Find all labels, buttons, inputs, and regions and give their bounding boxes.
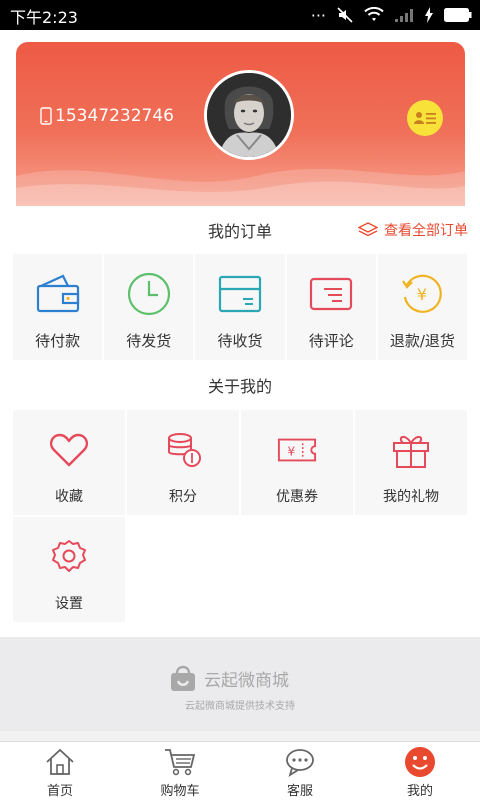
order-item-label: 待收货 — [217, 332, 263, 350]
tab-cart[interactable]: 购物车 — [120, 742, 240, 800]
clock-icon — [125, 270, 173, 318]
profile-card: 15347232746 — [16, 42, 465, 206]
status-time: 下午2:23 — [10, 8, 78, 27]
brand-footer: 云起微商城 云起微商城提供技术支持 — [0, 637, 480, 731]
order-status-list: 待付款 待发货 待收货 待评论 ¥ 退款/退货 — [13, 254, 468, 360]
view-all-orders-link[interactable]: 查看全部订单 — [358, 220, 468, 240]
tab-home[interactable]: 首页 — [0, 742, 120, 800]
favorites-button[interactable]: 收藏 — [13, 410, 125, 515]
phone-number: 15347232746 — [40, 106, 174, 126]
wifi-icon — [364, 7, 384, 21]
view-all-orders-label: 查看全部订单 — [384, 223, 468, 239]
tab-label: 客服 — [286, 784, 313, 799]
brand-tagline: 云起微商城提供技术支持 — [185, 701, 295, 712]
brand-logo: 云起微商城 — [168, 663, 289, 693]
coupons-button[interactable]: ¥ 优惠券 — [241, 410, 353, 515]
wallet-icon — [34, 270, 82, 318]
shopping-bag-icon — [171, 665, 195, 691]
order-item-label: 待发货 — [126, 332, 172, 350]
tab-customer-service[interactable]: 客服 — [240, 742, 360, 800]
mute-icon — [337, 7, 353, 23]
signal-icon — [395, 9, 413, 22]
order-pending-review[interactable]: 待评论 — [286, 254, 376, 360]
dots-icon: ··· — [310, 5, 326, 25]
order-item-label: 待评论 — [308, 332, 354, 350]
chat-icon — [283, 746, 317, 778]
smiley-icon — [403, 746, 437, 778]
about-title: 关于我的 — [207, 377, 272, 396]
about-item-label: 我的礼物 — [383, 489, 439, 505]
order-item-label: 待付款 — [35, 332, 81, 350]
cart-icon — [163, 746, 197, 778]
svg-text:¥: ¥ — [287, 445, 295, 459]
tab-label: 购物车 — [160, 784, 200, 799]
order-pending-shipment[interactable]: 待发货 — [104, 254, 194, 360]
coins-icon — [163, 430, 203, 470]
about-item-label: 优惠券 — [276, 489, 318, 505]
charging-icon — [425, 7, 433, 23]
order-item-label: 退款/退货 — [389, 332, 455, 350]
avatar-image — [207, 73, 291, 157]
avatar[interactable] — [204, 70, 294, 160]
coupon-icon: ¥ — [277, 430, 317, 470]
order-pending-payment[interactable]: 待付款 — [13, 254, 103, 360]
member-card-button[interactable] — [407, 100, 443, 136]
settings-icon — [49, 537, 89, 577]
svg-text:¥: ¥ — [417, 285, 427, 304]
status-icons: ··· — [310, 5, 472, 25]
layers-icon — [358, 222, 378, 237]
settings-button[interactable]: 设置 — [13, 517, 125, 622]
home-icon — [43, 746, 77, 778]
my-gifts-button[interactable]: 我的礼物 — [355, 410, 467, 515]
about-item-label: 设置 — [55, 596, 83, 612]
gift-icon — [391, 430, 431, 470]
order-refund[interactable]: ¥ 退款/退货 — [377, 254, 468, 360]
inbox-icon — [216, 270, 264, 318]
battery-icon — [444, 8, 472, 22]
refund-icon: ¥ — [398, 270, 446, 318]
bottom-tab-bar: 首页 购物车 客服 我的 — [0, 741, 480, 800]
brand-name: 云起微商城 — [204, 670, 289, 691]
order-pending-receipt[interactable]: 待收货 — [195, 254, 285, 360]
heart-icon — [49, 430, 89, 470]
about-item-label: 积分 — [169, 489, 197, 505]
phone-number-text: 15347232746 — [55, 106, 174, 126]
tab-label: 我的 — [406, 784, 433, 799]
contact-card-icon — [414, 112, 436, 124]
about-item-label: 收藏 — [55, 489, 83, 505]
tab-label: 首页 — [46, 784, 73, 799]
tab-mine[interactable]: 我的 — [360, 742, 480, 800]
comment-icon — [307, 270, 355, 318]
mobile-phone-icon — [40, 107, 52, 125]
points-button[interactable]: 积分 — [127, 410, 239, 515]
status-bar: 下午2:23 ··· — [0, 0, 480, 30]
